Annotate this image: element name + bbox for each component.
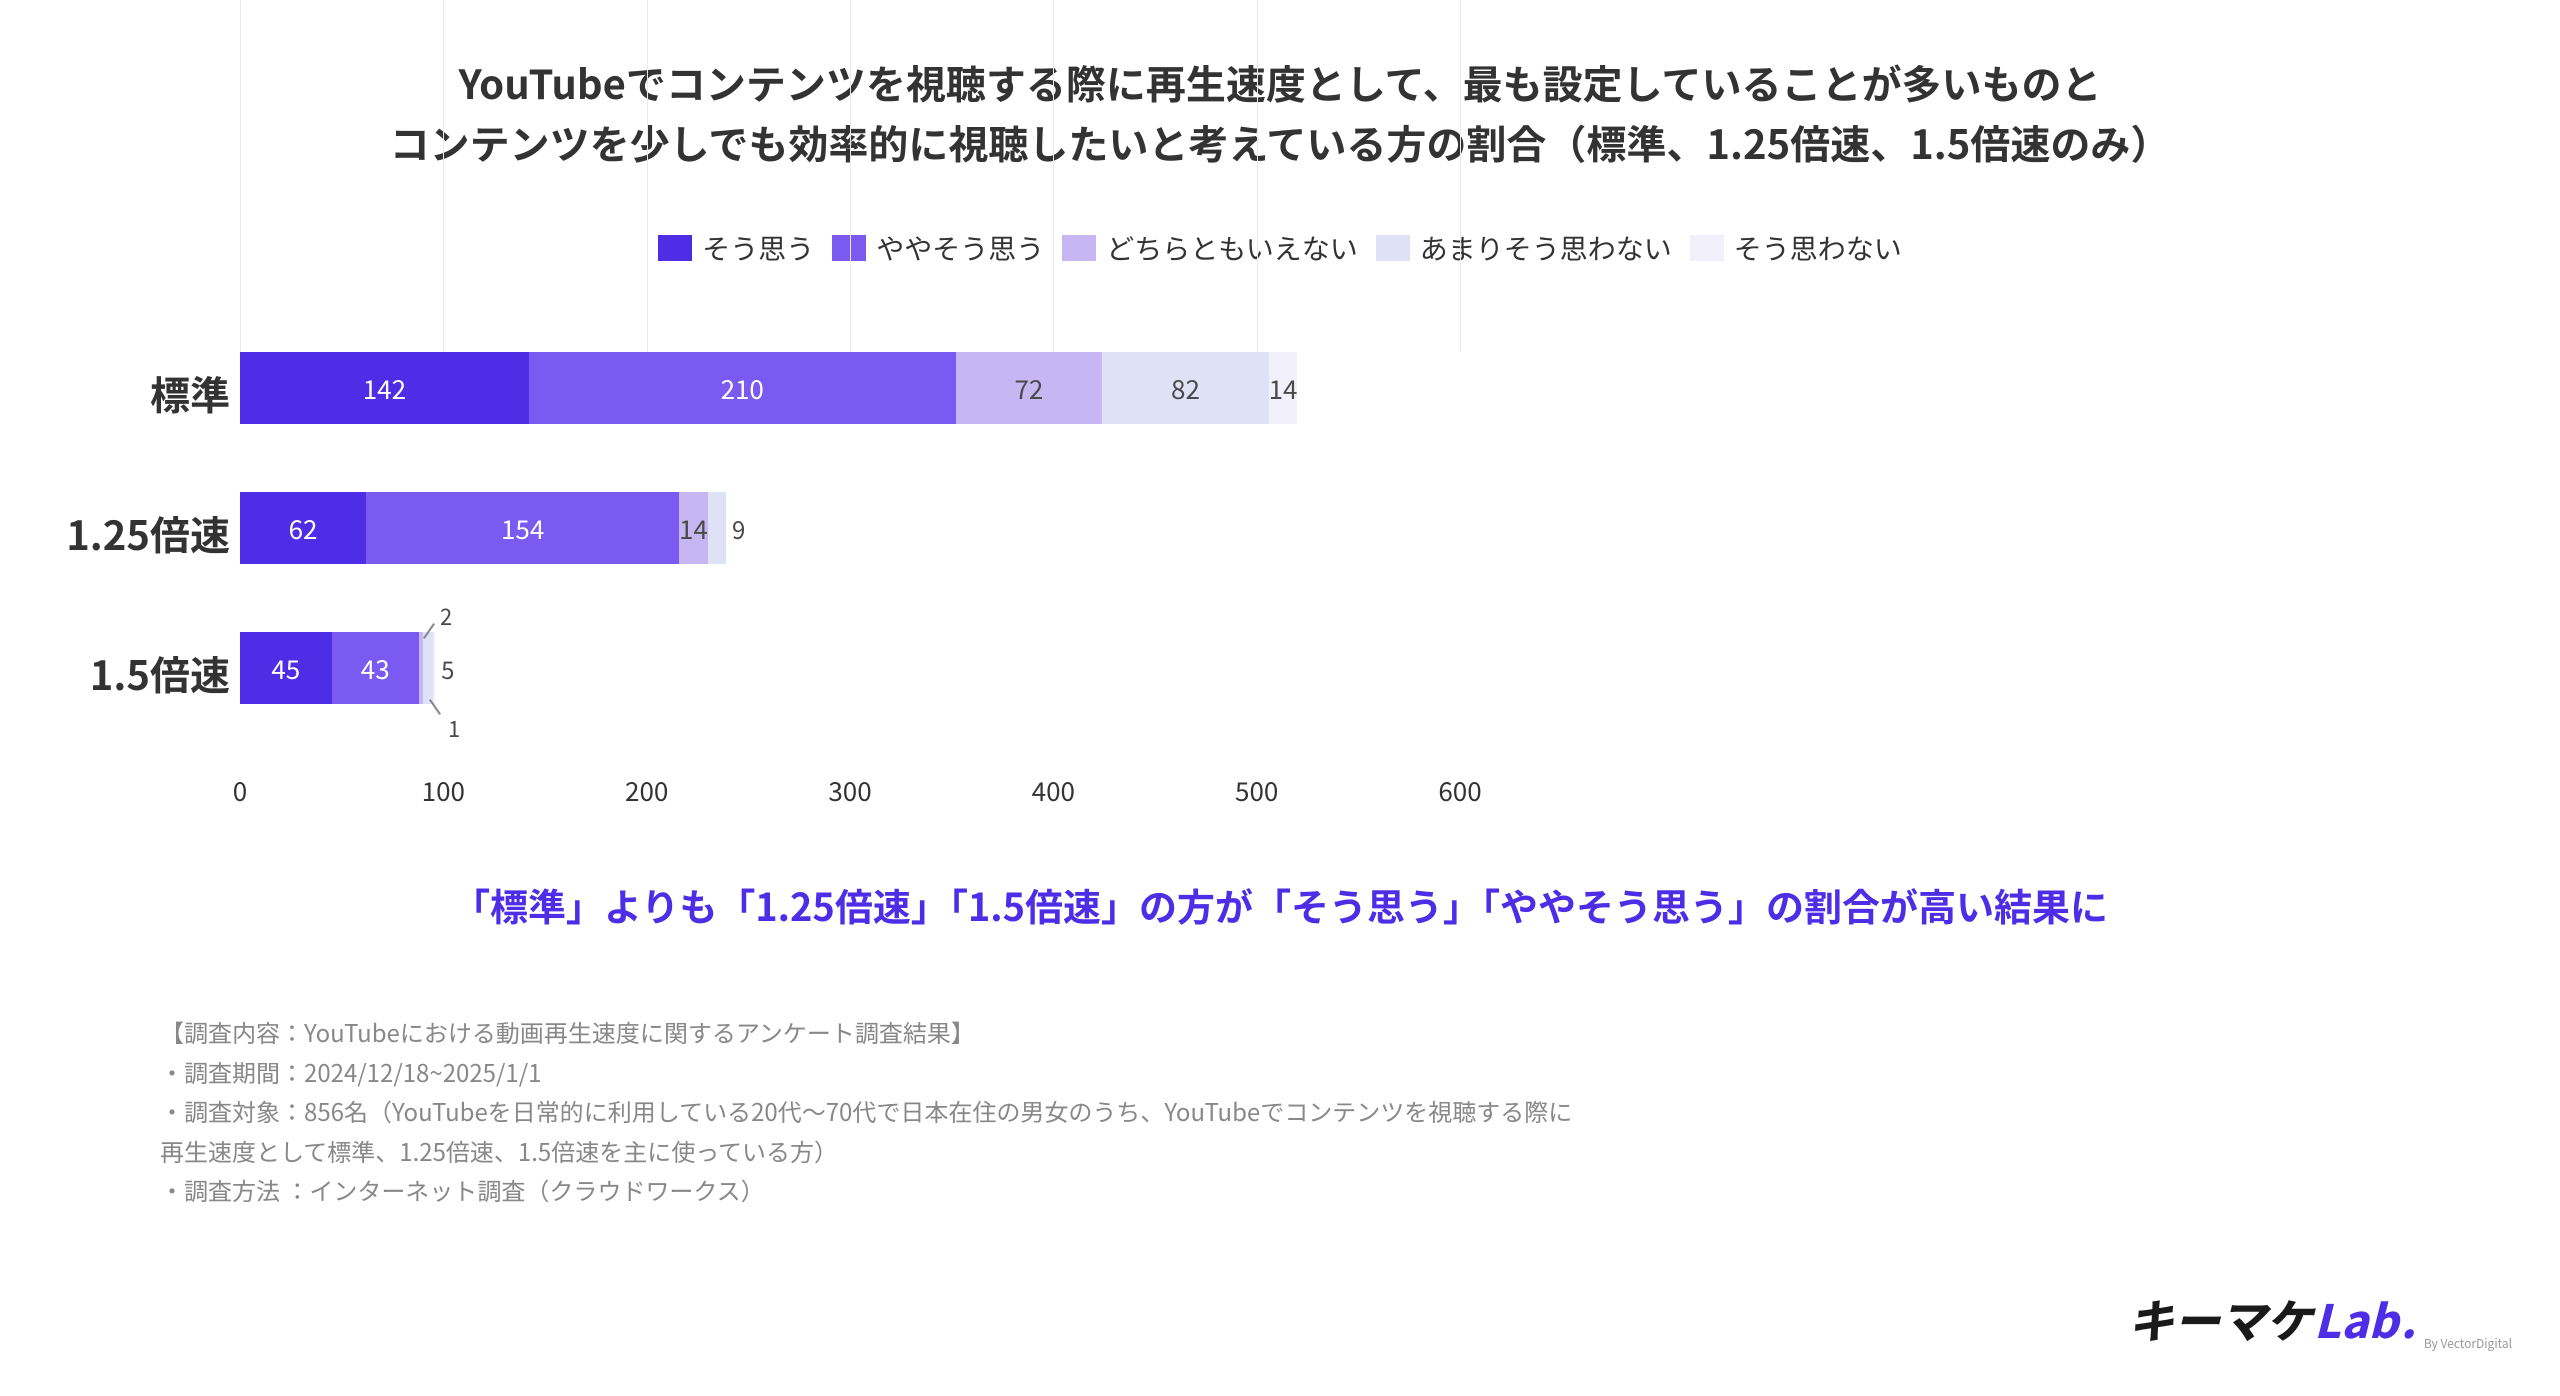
- bar-value-label: 142: [363, 370, 406, 407]
- meta-line: ・調査対象：856名（YouTubeを日常的に利用している20代〜70代で日本在…: [160, 1091, 1572, 1131]
- bar-segment: 43: [332, 632, 419, 704]
- bar-segment: 62: [240, 492, 366, 564]
- chart-plot-area: 標準 142210728214 1.25倍速 62154149 1.5倍速 45…: [240, 352, 1460, 772]
- conclusion-text: 「標準」よりも「1.25倍速」「1.5倍速」の方が「そう思う」「ややそう思う」の…: [0, 877, 2560, 932]
- gridline: [850, 0, 851, 352]
- bar-segment: 14: [1269, 352, 1297, 424]
- bar-value-label: 154: [501, 510, 544, 547]
- x-tick: 400: [1032, 772, 1075, 809]
- chart-title: YouTubeでコンテンツを視聴する際に再生速度として、最も設定していることが多…: [0, 52, 2560, 172]
- x-tick: 0: [233, 772, 247, 809]
- x-tick: 300: [828, 772, 871, 809]
- x-tick: 500: [1235, 772, 1278, 809]
- legend-item-5: そう思わない: [1690, 228, 1902, 268]
- meta-line: 【調査内容：YouTubeにおける動画再生速度に関するアンケート調査結果】: [160, 1012, 1572, 1052]
- legend-label-5: そう思わない: [1734, 228, 1902, 268]
- chart-title-line2: コンテンツを少しでも効率的に視聴したいと考えている方の割合（標準、1.25倍速、…: [0, 112, 2560, 172]
- bar-segment: 14: [679, 492, 707, 564]
- logo-dot: .: [2400, 1286, 2416, 1352]
- bar-value-label: 14: [1269, 370, 1298, 407]
- legend-item-2: ややそう思う: [832, 228, 1044, 268]
- legend-swatch-3: [1062, 235, 1096, 261]
- bar-15x: 45 43 5: [240, 632, 455, 704]
- bar-value-label: 45: [271, 650, 300, 687]
- logo-text-1: キーマケ: [2128, 1286, 2312, 1352]
- meta-line: 再生速度として標準、1.25倍速、1.5倍速を主に使っている方）: [160, 1131, 1572, 1171]
- bar-value-label: 9: [732, 492, 745, 564]
- bar-segment: 142: [240, 352, 529, 424]
- bar-value-label: 210: [721, 370, 764, 407]
- bar-value-label: 14: [679, 510, 708, 547]
- bar-value-label: 62: [289, 510, 318, 547]
- gridline: [647, 0, 648, 352]
- bar-segment: [708, 492, 726, 564]
- chart-title-line1: YouTubeでコンテンツを視聴する際に再生速度として、最も設定していることが多…: [0, 52, 2560, 112]
- gridline: [1053, 0, 1054, 352]
- legend-label-4: あまりそう思わない: [1420, 228, 1672, 268]
- bar-segment: 45: [240, 632, 332, 704]
- callout-r2-s3: 2: [440, 600, 452, 632]
- bar-segment: 210: [529, 352, 956, 424]
- legend-swatch-4: [1376, 235, 1410, 261]
- bar-segment: 72: [956, 352, 1102, 424]
- callout-r2-s5: 1: [448, 712, 460, 744]
- gridline: [1257, 0, 1258, 352]
- bar-segment: [423, 632, 433, 704]
- legend-label-2: ややそう思う: [876, 228, 1044, 268]
- legend-label-3: どちらともいえない: [1106, 228, 1357, 268]
- legend-item-3: どちらともいえない: [1062, 228, 1357, 268]
- category-label-15x: 1.5倍速: [10, 644, 230, 702]
- legend-swatch-1: [658, 235, 692, 261]
- legend-swatch-5: [1690, 235, 1724, 261]
- gridline: [240, 0, 241, 352]
- legend-item-4: あまりそう思わない: [1376, 228, 1672, 268]
- bar-standard: 142 210 72 82 14: [240, 352, 1297, 424]
- survey-meta: 【調査内容：YouTubeにおける動画再生速度に関するアンケート調査結果】 ・調…: [160, 1012, 1572, 1210]
- bar-125x: 62 154 14 9: [240, 492, 745, 564]
- bar-value-label: 82: [1171, 370, 1200, 407]
- bar-value-label: 72: [1014, 370, 1043, 407]
- logo-text-2: Lab: [2314, 1286, 2399, 1352]
- bar-segment: [433, 632, 435, 704]
- category-label-125x: 1.25倍速: [10, 504, 230, 562]
- legend-label-1: そう思う: [702, 228, 814, 268]
- meta-line: ・調査方法 ：インターネット調査（クラウドワークス）: [160, 1170, 1572, 1210]
- x-tick: 600: [1438, 772, 1481, 809]
- x-tick: 200: [625, 772, 668, 809]
- meta-line: ・調査期間：2024/12/18~2025/1/1: [160, 1052, 1572, 1092]
- category-label-standard: 標準: [10, 364, 230, 422]
- callout-label: 2: [440, 600, 452, 632]
- bar-value-label: 5: [441, 632, 454, 704]
- callout-label: 1: [448, 712, 460, 744]
- legend-item-1: そう思う: [658, 228, 814, 268]
- legend: そう思う ややそう思う どちらともいえない あまりそう思わない そう思わない: [0, 228, 2560, 268]
- gridline: [1460, 0, 1461, 352]
- brand-logo: キーマケLab. By VectorDigital: [2128, 1286, 2512, 1352]
- gridline: [443, 0, 444, 352]
- x-tick: 100: [422, 772, 465, 809]
- bar-segment: 154: [366, 492, 679, 564]
- bar-value-label: 43: [361, 650, 390, 687]
- bar-segment: 82: [1102, 352, 1269, 424]
